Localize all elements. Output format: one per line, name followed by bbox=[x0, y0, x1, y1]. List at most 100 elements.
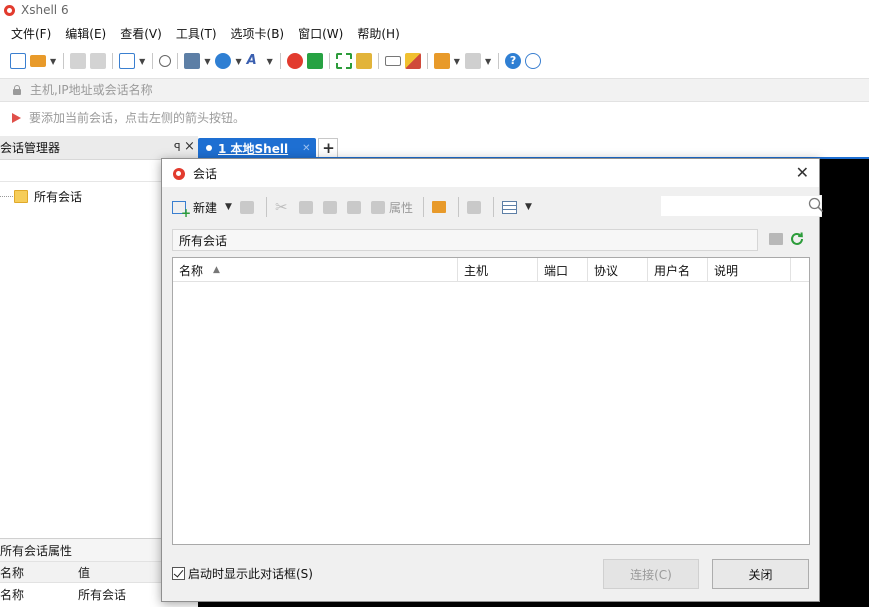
add-tab-button[interactable]: + bbox=[318, 138, 339, 158]
pin-icon[interactable]: ꟼ bbox=[174, 141, 181, 154]
column-protocol[interactable]: 协议 bbox=[588, 258, 648, 282]
tab-close-icon[interactable]: ✕ bbox=[302, 143, 310, 154]
toolbar-separator bbox=[63, 53, 65, 69]
xshell-icon[interactable] bbox=[286, 53, 303, 69]
session-manager-header: 会话管理器 ꟼ × bbox=[0, 136, 198, 160]
paste-icon bbox=[322, 200, 337, 214]
help-icon[interactable]: ? bbox=[505, 53, 522, 69]
copy-icon bbox=[298, 200, 313, 214]
tree-item-all-sessions[interactable]: 所有会话 bbox=[0, 188, 82, 205]
transfer-dropdown-icon[interactable]: ▼ bbox=[204, 57, 210, 66]
tree-connector bbox=[0, 196, 13, 197]
column-username-label: 用户名 bbox=[654, 263, 691, 278]
properties-icon bbox=[370, 200, 385, 214]
compose-dropdown-icon[interactable]: ▼ bbox=[454, 57, 460, 66]
tree-item-label: 所有会话 bbox=[34, 190, 83, 204]
find-icon[interactable] bbox=[159, 55, 172, 67]
refresh-icon[interactable] bbox=[789, 231, 805, 247]
menu-tools[interactable]: 工具(T) bbox=[176, 25, 217, 42]
column-description[interactable]: 说明 bbox=[708, 258, 791, 282]
column-username[interactable]: 用户名 bbox=[648, 258, 708, 282]
keyboard-icon[interactable] bbox=[384, 56, 401, 66]
main-toolbar: ▼ ▼ ▼ ▼ A ▼ ▼ ▼ ? bbox=[0, 48, 869, 74]
fullscreen-icon[interactable] bbox=[335, 53, 352, 69]
column-protocol-label: 协议 bbox=[594, 263, 619, 278]
transfer-icon[interactable] bbox=[184, 53, 201, 69]
dialog-toolbar-separator bbox=[457, 197, 459, 217]
font-dropdown-icon[interactable]: ▼ bbox=[267, 57, 273, 66]
lock-toolbar-icon[interactable] bbox=[355, 53, 372, 69]
open-dropdown-icon[interactable]: ▼ bbox=[50, 57, 56, 66]
globe-icon[interactable] bbox=[215, 53, 232, 69]
menu-window[interactable]: 窗口(W) bbox=[298, 25, 343, 42]
checkbox-checked-icon[interactable] bbox=[172, 567, 185, 580]
reconnect-icon[interactable] bbox=[119, 53, 136, 69]
disconnect-icon[interactable] bbox=[90, 53, 107, 69]
folder-icon bbox=[14, 190, 28, 203]
title-bar: Xshell 6 bbox=[0, 0, 869, 20]
xshell-logo-icon bbox=[2, 2, 18, 18]
layout-dropdown-icon[interactable]: ▼ bbox=[485, 57, 491, 66]
compose-icon[interactable] bbox=[433, 53, 450, 69]
toolbar-separator bbox=[112, 53, 114, 69]
tab-local-shell[interactable]: 1 本地Shell ✕ bbox=[198, 138, 317, 158]
address-input[interactable] bbox=[30, 83, 530, 97]
menu-file[interactable]: 文件(F) bbox=[11, 25, 51, 42]
globe-dropdown-icon[interactable]: ▼ bbox=[235, 57, 241, 66]
properties-header-name: 名称 bbox=[0, 565, 25, 580]
toolbar-separator bbox=[152, 53, 154, 69]
panel-close-icon[interactable]: × bbox=[184, 139, 195, 154]
add-session-arrow-icon[interactable] bbox=[12, 111, 24, 123]
column-description-label: 说明 bbox=[714, 263, 739, 278]
properties-header-value: 值 bbox=[78, 565, 91, 580]
menu-help[interactable]: 帮助(H) bbox=[357, 25, 399, 42]
xftp-icon[interactable] bbox=[306, 53, 323, 69]
layout-icon[interactable] bbox=[464, 53, 481, 69]
new-session-icon[interactable] bbox=[10, 53, 26, 69]
plus-icon: + bbox=[322, 139, 335, 157]
lock-icon bbox=[12, 84, 22, 96]
view-mode-icon[interactable] bbox=[501, 200, 517, 214]
toolbar-separator bbox=[328, 53, 330, 69]
dialog-logo-icon bbox=[172, 166, 187, 181]
sort-ascending-icon: ▲ bbox=[213, 265, 220, 275]
search-icon[interactable] bbox=[808, 197, 824, 213]
new-folder-icon[interactable] bbox=[431, 201, 446, 213]
new-session-icon[interactable] bbox=[172, 200, 191, 220]
menu-edit[interactable]: 编辑(E) bbox=[65, 25, 106, 42]
highlight-icon[interactable] bbox=[404, 53, 421, 69]
font-icon[interactable]: A bbox=[247, 53, 263, 69]
chat-icon[interactable] bbox=[525, 53, 542, 69]
session-list[interactable]: 名称 ▲ 主机 端口 协议 用户名 说明 bbox=[172, 257, 810, 545]
startup-checkbox-label: 启动时显示此对话框(S) bbox=[188, 567, 313, 581]
tab-label: 1 本地Shell bbox=[218, 141, 289, 156]
menu-tabs[interactable]: 选项卡(B) bbox=[231, 25, 285, 42]
column-port-label: 端口 bbox=[544, 263, 569, 278]
toolbar-separator bbox=[377, 53, 379, 69]
menu-view[interactable]: 查看(V) bbox=[120, 25, 162, 42]
open-folder-icon[interactable] bbox=[30, 55, 46, 67]
startup-checkbox[interactable]: 启动时显示此对话框(S) bbox=[172, 565, 313, 582]
session-manager-title: 会话管理器 bbox=[0, 141, 61, 155]
connect-button[interactable]: 连接(C) bbox=[603, 559, 699, 589]
toolbar-separator bbox=[279, 53, 281, 69]
dialog-path-text: 所有会话 bbox=[179, 233, 228, 248]
close-button[interactable]: 关闭 bbox=[712, 559, 809, 589]
sessions-dialog: 会话 ✕ 新建 ▼ ✂ 属性 ▼ 所有会话 bbox=[161, 158, 824, 602]
new-dropdown-icon[interactable]: ▼ bbox=[225, 202, 232, 212]
column-port[interactable]: 端口 bbox=[538, 258, 588, 282]
dialog-path-bar: 所有会话 bbox=[172, 229, 758, 251]
column-name[interactable]: 名称 ▲ bbox=[173, 258, 458, 282]
dialog-close-icon[interactable]: ✕ bbox=[796, 163, 809, 182]
dialog-search-input[interactable] bbox=[660, 195, 822, 217]
column-host[interactable]: 主机 bbox=[458, 258, 538, 282]
toolbar-separator bbox=[498, 53, 500, 69]
address-bar bbox=[0, 78, 869, 102]
rename-icon bbox=[239, 200, 254, 214]
dialog-toolbar-separator bbox=[422, 197, 424, 217]
reconnect-dropdown-icon[interactable]: ▼ bbox=[139, 57, 145, 66]
new-button-label[interactable]: 新建 bbox=[193, 199, 217, 216]
view-dropdown-icon[interactable]: ▼ bbox=[525, 202, 532, 212]
dialog-toolbar-separator bbox=[492, 197, 494, 217]
connect-icon[interactable] bbox=[70, 53, 87, 69]
